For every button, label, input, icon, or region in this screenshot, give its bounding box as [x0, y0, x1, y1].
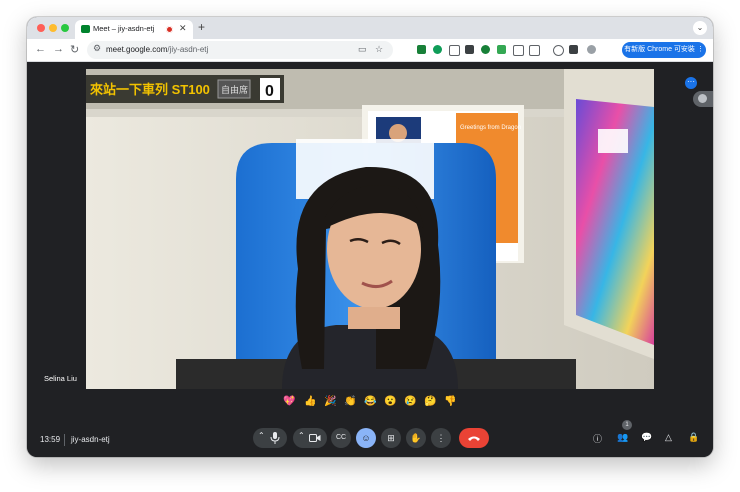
reaction-surprised[interactable]: 😮 [384, 395, 396, 409]
participant-name: Selina Liu [44, 374, 77, 383]
zoom-window-button[interactable] [61, 24, 69, 32]
meeting-code: jiy-asdn-etj [71, 435, 110, 444]
audio-options-chevron-icon[interactable]: ⌃ [258, 431, 265, 440]
tab-strip: Meet – jiy-asdn-etj ✕ + ⌄ [27, 17, 713, 39]
reaction-bar: 💖 👍 🎉 👏 😂 😮 😢 🤔 👎 [27, 395, 713, 411]
extension-icon[interactable] [465, 45, 474, 54]
profile-avatar[interactable] [587, 45, 596, 54]
present-screen-button[interactable]: ⊞ [381, 428, 401, 448]
host-controls-icon[interactable]: 🔒 [688, 432, 699, 443]
cast-icon[interactable]: ▭ [358, 44, 367, 55]
poster-text: Greetings from Dragon [460, 125, 521, 131]
reaction-heart[interactable]: 💖 [283, 395, 295, 409]
video-frame: 來站一下車列 ST100 自由席 0 Greetings from Dragon [86, 69, 654, 389]
chat-icon[interactable]: 💬 [641, 432, 652, 443]
address-bar[interactable]: ⚙ meet.google.com/jiy-asdn-etj ▭ ☆ [87, 41, 393, 59]
led-sign-text: 來站一下車列 ST100 [90, 82, 210, 97]
close-window-button[interactable] [37, 24, 45, 32]
browser-toolbar: ← → ↻ ⚙ meet.google.com/jiy-asdn-etj ▭ ☆… [27, 39, 713, 62]
video-options-chevron-icon[interactable]: ⌃ [298, 431, 305, 440]
reaction-thumbs-up[interactable]: 👍 [304, 395, 316, 409]
hang-up-phone-icon [468, 436, 480, 441]
extensions-puzzle-icon[interactable] [529, 45, 540, 56]
close-tab-icon[interactable]: ✕ [179, 23, 187, 34]
extension-icon[interactable] [449, 45, 460, 56]
people-count-badge: 1 [622, 420, 632, 430]
reaction-sad[interactable]: 😢 [404, 395, 416, 409]
meeting-clock: 13:59 [40, 435, 61, 444]
extension-icon[interactable] [433, 45, 442, 54]
divider [64, 434, 65, 446]
tab-title: Meet – jiy-asdn-etj [93, 24, 155, 33]
side-panel-icon[interactable] [569, 45, 578, 54]
browser-tab-meet[interactable]: Meet – jiy-asdn-etj ✕ [75, 20, 193, 39]
extension-icon[interactable] [497, 45, 506, 54]
extension-icon[interactable] [513, 45, 524, 56]
reaction-party[interactable]: 🎉 [324, 395, 336, 409]
more-options-icon[interactable]: ··· [685, 77, 697, 89]
forward-icon[interactable]: → [53, 43, 64, 55]
microphone-icon[interactable] [270, 432, 280, 444]
reaction-thumbs-down[interactable]: 👎 [444, 395, 456, 409]
browser-window: Meet – jiy-asdn-etj ✕ + ⌄ ← → ↻ ⚙ meet.g… [27, 17, 713, 457]
reaction-clap[interactable]: 👏 [344, 395, 356, 409]
participant-video: 來站一下車列 ST100 自由席 0 Greetings from Dragon [86, 69, 654, 389]
update-chrome-button[interactable]: 有新版 Chrome 可安裝 ⋮ [622, 42, 706, 58]
reload-icon[interactable]: ↻ [70, 43, 79, 56]
raise-hand-button[interactable]: ✋ [406, 428, 426, 448]
led-sign-label: 自由席 [221, 84, 248, 95]
self-view-toggle[interactable] [693, 91, 713, 107]
new-tab-button[interactable]: + [198, 20, 205, 34]
camera-control[interactable]: ⌃ [293, 428, 327, 448]
reaction-thinking[interactable]: 🤔 [424, 395, 436, 409]
led-sign-number: 0 [265, 83, 274, 100]
site-info-icon[interactable]: ⚙ [93, 43, 101, 54]
media-control-icon[interactable] [553, 45, 564, 56]
tab-search-button[interactable]: ⌄ [693, 21, 707, 35]
activities-icon[interactable]: △ [665, 432, 672, 443]
meeting-details-icon[interactable]: ⓘ [593, 432, 602, 445]
meet-logo-icon [81, 25, 90, 33]
leave-call-button[interactable] [459, 428, 489, 448]
url-text: meet.google.com/jiy-asdn-etj [106, 45, 209, 54]
emoji-reactions-button[interactable]: ☺ [356, 428, 376, 448]
minimize-window-button[interactable] [49, 24, 57, 32]
reaction-laugh[interactable]: 😂 [364, 395, 376, 409]
more-options-button[interactable]: ⋮ [431, 428, 451, 448]
extension-icon[interactable] [481, 45, 490, 54]
recording-indicator-icon [166, 26, 173, 33]
meeting-controls-bar: 13:59 jiy-asdn-etj ⌃ ⌃ CC ☺ ⊞ ✋ ⋮ ⓘ 👥 1 … [27, 420, 713, 457]
camera-icon[interactable] [309, 434, 321, 442]
extension-icon[interactable] [417, 45, 426, 54]
back-icon[interactable]: ← [35, 43, 46, 55]
captions-button[interactable]: CC [331, 428, 351, 448]
people-icon[interactable]: 👥 [617, 432, 628, 443]
bookmark-star-icon[interactable]: ☆ [375, 44, 383, 55]
microphone-control[interactable]: ⌃ [253, 428, 287, 448]
meet-stage: 來站一下車列 ST100 自由席 0 Greetings from Dragon [27, 62, 713, 457]
